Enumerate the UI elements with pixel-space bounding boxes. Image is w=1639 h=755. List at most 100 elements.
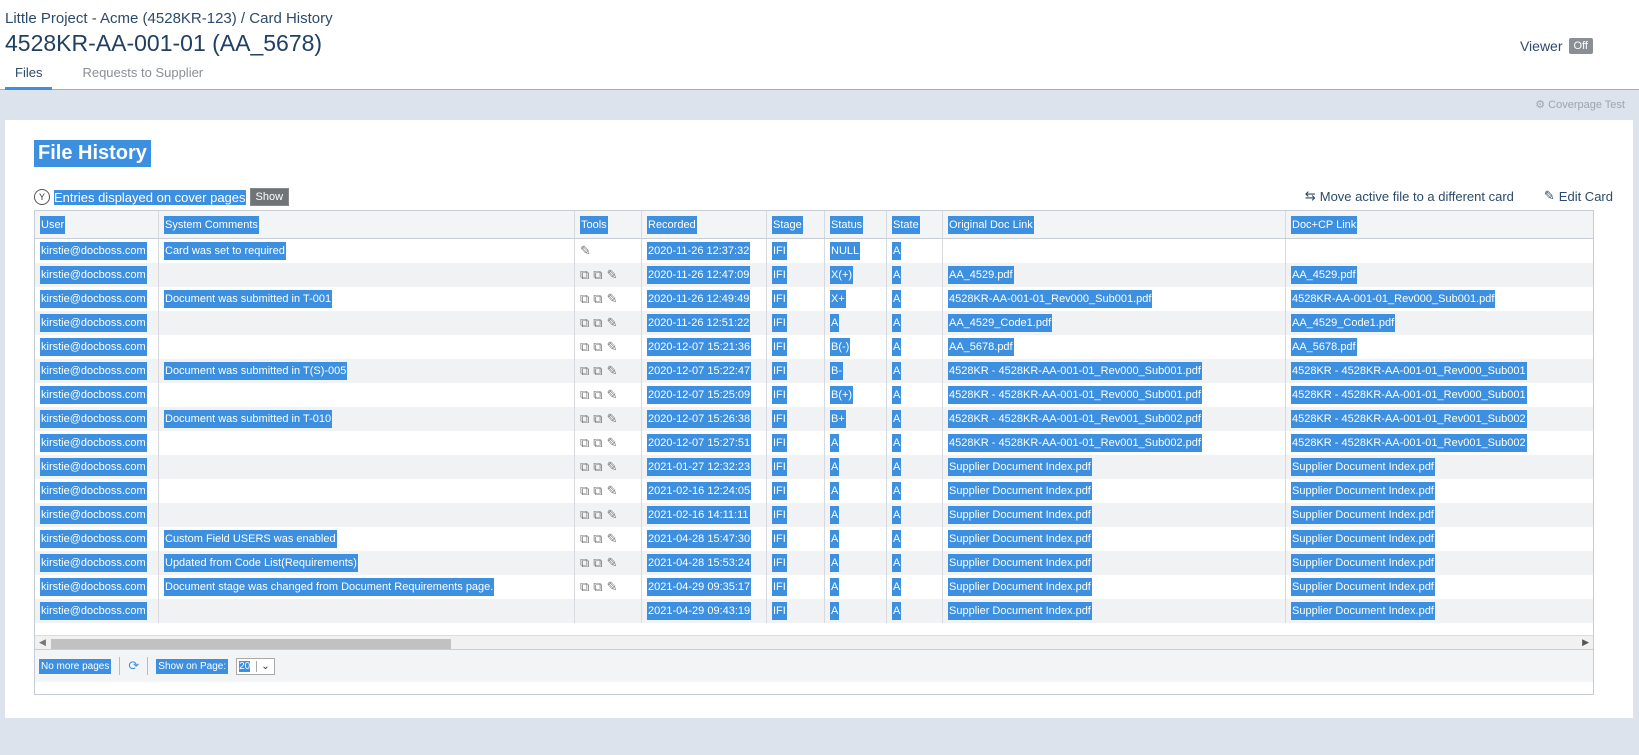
pencil-icon[interactable]: ✎	[607, 267, 618, 283]
column-header-state[interactable]: State	[887, 211, 943, 238]
column-header-stage[interactable]: Stage	[767, 211, 825, 238]
pencil-icon[interactable]: ✎	[607, 507, 618, 523]
breadcrumb[interactable]: Little Project - Acme (4528KR-123) / Car…	[5, 10, 333, 27]
pencil-icon[interactable]: ✎	[607, 555, 618, 571]
tab-requests-to-supplier[interactable]: Requests to Supplier	[72, 63, 213, 90]
table-row[interactable]: kirstie@docboss.com ⧉ ⧉ ✎ 2020-12-07 15:25:0…	[35, 383, 1593, 407]
original-doc-link[interactable]: Supplier Document Index.pdf	[943, 599, 1286, 623]
pencil-icon[interactable]: ✎	[607, 435, 618, 451]
doc-cp-link[interactable]: AA_4529_Code1.pdf	[1286, 311, 1593, 335]
page-size-select[interactable]: 20 ⌄	[236, 657, 275, 675]
table-row[interactable]: kirstie@docboss.com ⧉ ⧉ ✎ 2021-02-16 12:24:0…	[35, 479, 1593, 503]
table-row[interactable]: kirstie@docboss.com ⧉ ⧉ ✎ 2021-02-16 14:11:1…	[35, 503, 1593, 527]
table-row[interactable]: kirstie@docboss.com Updated from Code Lis…	[35, 551, 1593, 575]
table-row[interactable]: kirstie@docboss.com ⧉ ⧉ ✎ 2020-11-26 12:51:2…	[35, 311, 1593, 335]
scroll-left-icon[interactable]: ◀	[39, 637, 46, 648]
doc-cp-link[interactable]: 4528KR - 4528KR-AA-001-01_Rev001_Sub002	[1286, 407, 1593, 431]
copy-to-icon[interactable]: ⧉	[593, 507, 602, 523]
doc-cp-link[interactable]: Supplier Document Index.pdf	[1286, 575, 1593, 599]
table-row[interactable]: kirstie@docboss.com ⧉ ⧉ ✎ 2021-01-27 12:32:2…	[35, 455, 1593, 479]
pencil-icon[interactable]: ✎	[607, 579, 618, 595]
doc-cp-link[interactable]	[1286, 239, 1593, 263]
original-doc-link[interactable]: 4528KR - 4528KR-AA-001-01_Rev000_Sub001.…	[943, 383, 1286, 407]
copy-icon[interactable]: ⧉	[580, 387, 589, 403]
column-header-system-comments[interactable]: System Comments	[159, 211, 575, 238]
table-row[interactable]: kirstie@docboss.com Card was set to requi…	[35, 239, 1593, 263]
pencil-icon[interactable]: ✎	[607, 315, 618, 331]
table-row[interactable]: kirstie@docboss.com ⧉ ⧉ ✎ 2020-11-26 12:47:0…	[35, 263, 1593, 287]
original-doc-link[interactable]: 4528KR - 4528KR-AA-001-01_Rev001_Sub002.…	[943, 431, 1286, 455]
original-doc-link[interactable]: Supplier Document Index.pdf	[943, 455, 1286, 479]
original-doc-link[interactable]: 4528KR - 4528KR-AA-001-01_Rev000_Sub001.…	[943, 359, 1286, 383]
original-doc-link[interactable]: Supplier Document Index.pdf	[943, 551, 1286, 575]
copy-to-icon[interactable]: ⧉	[593, 411, 602, 427]
refresh-icon[interactable]: ⟳	[128, 658, 139, 674]
copy-icon[interactable]: ⧉	[580, 459, 589, 475]
doc-cp-link[interactable]: AA_4529.pdf	[1286, 263, 1593, 287]
move-file-button[interactable]: ⇆ Move active file to a different card	[1305, 188, 1514, 204]
doc-cp-link[interactable]: Supplier Document Index.pdf	[1286, 551, 1593, 575]
pencil-icon[interactable]: ✎	[607, 387, 618, 403]
horizontal-scrollbar[interactable]: ◀ ▶	[35, 635, 1593, 649]
copy-to-icon[interactable]: ⧉	[593, 435, 602, 451]
doc-cp-link[interactable]: AA_5678.pdf	[1286, 335, 1593, 359]
doc-cp-link[interactable]: Supplier Document Index.pdf	[1286, 455, 1593, 479]
copy-icon[interactable]: ⧉	[580, 339, 589, 355]
doc-cp-link[interactable]: Supplier Document Index.pdf	[1286, 599, 1593, 623]
copy-to-icon[interactable]: ⧉	[593, 387, 602, 403]
copy-to-icon[interactable]: ⧉	[593, 531, 602, 547]
pencil-icon[interactable]: ✎	[607, 483, 618, 499]
table-row[interactable]: kirstie@docboss.com ⧉ ⧉ ✎ 2020-12-07 15:21:3…	[35, 335, 1593, 359]
copy-to-icon[interactable]: ⧉	[593, 315, 602, 331]
original-doc-link[interactable]: AA_4529_Code1.pdf	[943, 311, 1286, 335]
pencil-icon[interactable]: ✎	[607, 459, 618, 475]
coverpage-test-link[interactable]: ⚙ Coverpage Test	[1535, 98, 1625, 112]
original-doc-link[interactable]: Supplier Document Index.pdf	[943, 479, 1286, 503]
doc-cp-link[interactable]: 4528KR - 4528KR-AA-001-01_Rev000_Sub001	[1286, 383, 1593, 407]
copy-icon[interactable]: ⧉	[580, 363, 589, 379]
copy-icon[interactable]: ⧉	[580, 315, 589, 331]
copy-to-icon[interactable]: ⧉	[593, 363, 602, 379]
original-doc-link[interactable]: AA_4529.pdf	[943, 263, 1286, 287]
column-header-tools[interactable]: Tools	[575, 211, 642, 238]
pencil-icon[interactable]: ✎	[607, 363, 618, 379]
column-header-original-doc-link[interactable]: Original Doc Link	[943, 211, 1286, 238]
copy-to-icon[interactable]: ⧉	[593, 483, 602, 499]
pencil-icon[interactable]: ✎	[607, 531, 618, 547]
column-header-user[interactable]: User	[35, 211, 159, 238]
pencil-icon[interactable]: ✎	[580, 243, 591, 259]
column-header-doc-cp-link[interactable]: Doc+CP Link	[1286, 211, 1593, 238]
show-button[interactable]: Show	[249, 188, 290, 206]
copy-to-icon[interactable]: ⧉	[593, 579, 602, 595]
copy-icon[interactable]: ⧉	[580, 267, 589, 283]
table-row[interactable]: kirstie@docboss.com Document was submitte…	[35, 287, 1593, 311]
copy-icon[interactable]: ⧉	[580, 291, 589, 307]
copy-to-icon[interactable]: ⧉	[593, 291, 602, 307]
table-row[interactable]: kirstie@docboss.com Document was submitte…	[35, 407, 1593, 431]
table-row[interactable]: kirstie@docboss.com ⧉ ⧉ ✎ 2020-12-07 15:27:5…	[35, 431, 1593, 455]
copy-to-icon[interactable]: ⧉	[593, 267, 602, 283]
filter-y-icon[interactable]: Y	[34, 189, 50, 205]
column-header-recorded[interactable]: Recorded	[642, 211, 767, 238]
copy-icon[interactable]: ⧉	[580, 507, 589, 523]
copy-to-icon[interactable]: ⧉	[593, 339, 602, 355]
table-row[interactable]: kirstie@docboss.com 2021-04-29 09:43:19 IF…	[35, 599, 1593, 623]
doc-cp-link[interactable]: 4528KR - 4528KR-AA-001-01_Rev000_Sub001	[1286, 359, 1593, 383]
doc-cp-link[interactable]: Supplier Document Index.pdf	[1286, 503, 1593, 527]
tab-files[interactable]: Files	[5, 63, 53, 90]
original-doc-link[interactable]: Supplier Document Index.pdf	[943, 503, 1286, 527]
table-row[interactable]: kirstie@docboss.com Custom Field USERS wa…	[35, 527, 1593, 551]
pencil-icon[interactable]: ✎	[607, 411, 618, 427]
copy-icon[interactable]: ⧉	[580, 435, 589, 451]
original-doc-link[interactable]: Supplier Document Index.pdf	[943, 575, 1286, 599]
original-doc-link[interactable]	[943, 239, 1286, 263]
pencil-icon[interactable]: ✎	[607, 291, 618, 307]
table-row[interactable]: kirstie@docboss.com Document was submitte…	[35, 359, 1593, 383]
doc-cp-link[interactable]: Supplier Document Index.pdf	[1286, 479, 1593, 503]
doc-cp-link[interactable]: Supplier Document Index.pdf	[1286, 527, 1593, 551]
scroll-right-icon[interactable]: ▶	[1582, 637, 1589, 648]
copy-icon[interactable]: ⧉	[580, 483, 589, 499]
original-doc-link[interactable]: Supplier Document Index.pdf	[943, 527, 1286, 551]
original-doc-link[interactable]: 4528KR-AA-001-01_Rev000_Sub001.pdf	[943, 287, 1286, 311]
copy-icon[interactable]: ⧉	[580, 411, 589, 427]
